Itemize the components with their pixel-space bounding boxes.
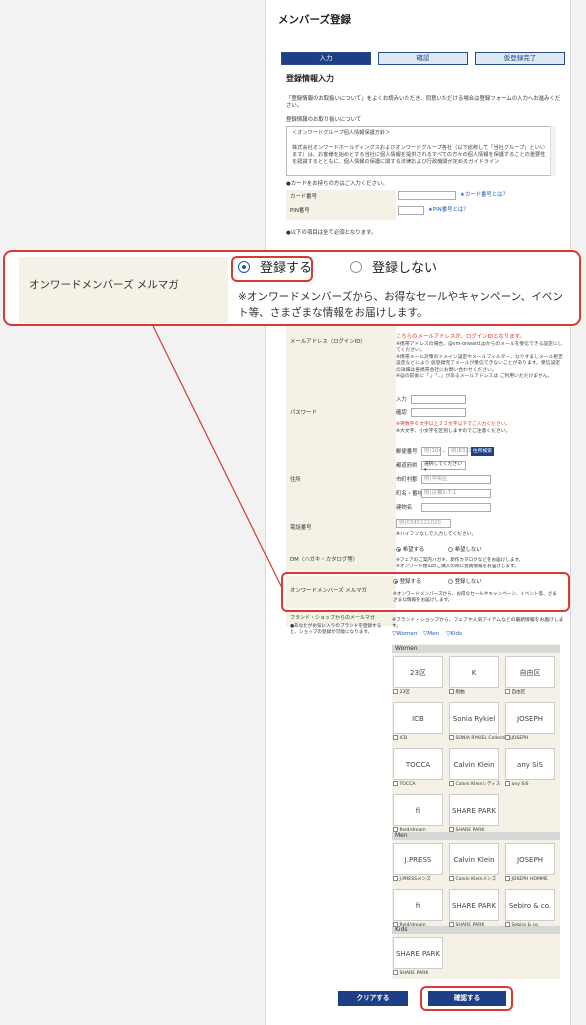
zoom-mag-note: ※オンワードメンバーズから、お得なセールやキャンペーン、イベント等、さまざまな情…	[238, 291, 563, 319]
zoom-yes-option[interactable]: 登録する	[238, 260, 312, 278]
zoom-yes-label: 登録する	[260, 261, 313, 276]
zoom-no-radio[interactable]	[350, 261, 362, 273]
zoom-no-label: 登録しない	[372, 261, 438, 276]
callout-line	[152, 325, 283, 589]
zoom-no-option[interactable]: 登録しない	[350, 260, 437, 278]
zoom-mag-label: オンワードメンバーズ メルマガ	[19, 257, 228, 323]
zoom-yes-radio[interactable]	[238, 261, 250, 273]
callout-connector	[152, 325, 283, 589]
mag-zoom-callout: オンワードメンバーズ メルマガ 登録する 登録しない ※オンワードメンバーズから…	[3, 250, 581, 326]
